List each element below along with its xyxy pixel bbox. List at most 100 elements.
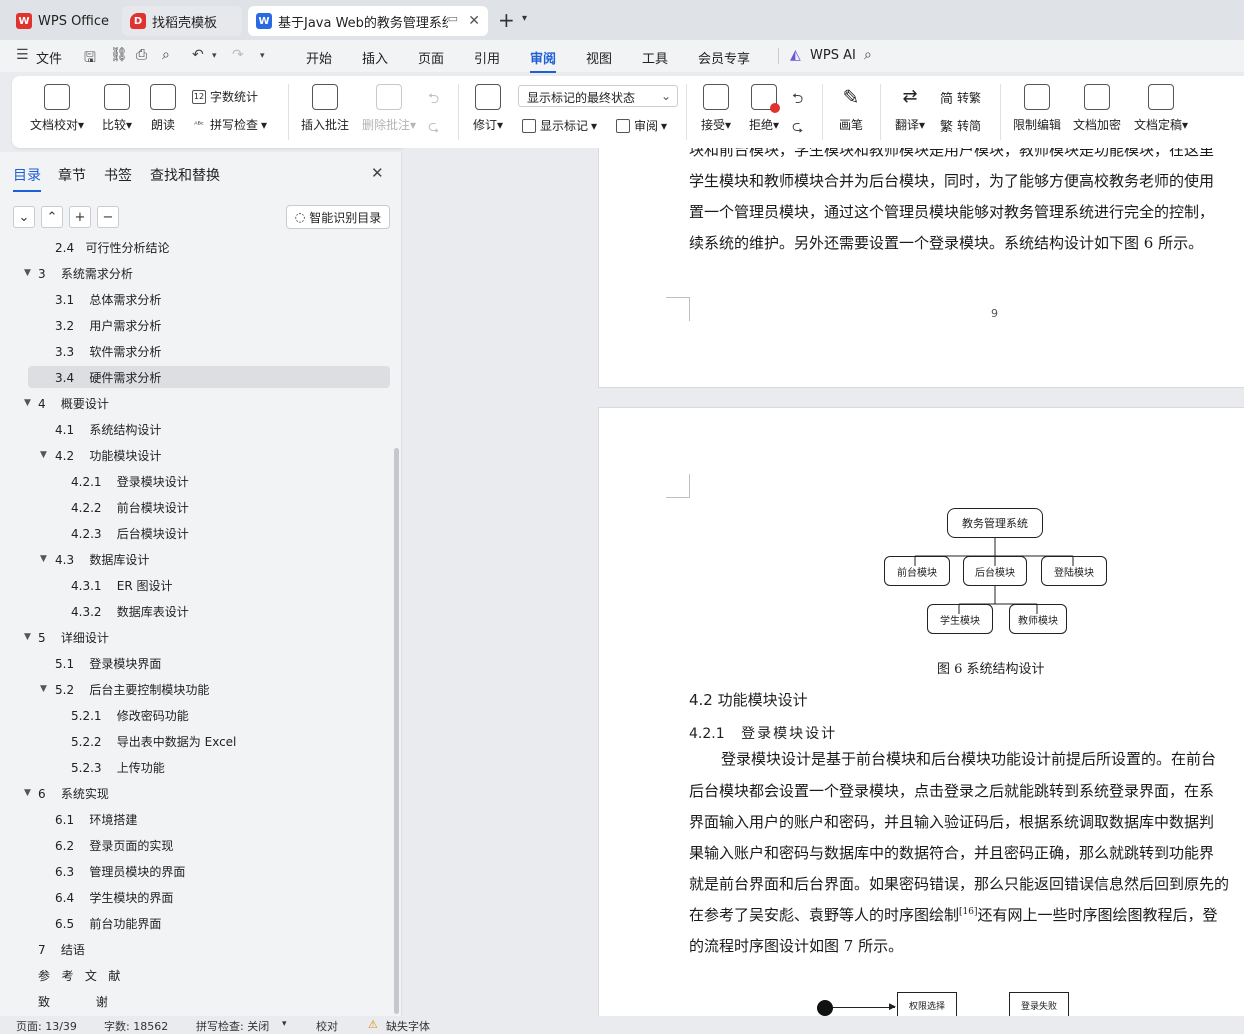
toc-item[interactable]: 6.5 前台功能界面 bbox=[28, 912, 390, 934]
accept-button[interactable]: 接受▾ bbox=[698, 84, 734, 133]
to-traditional-button[interactable]: 简转繁 bbox=[940, 88, 981, 107]
missing-font-indicator[interactable]: 缺失字体 bbox=[386, 1018, 430, 1034]
toc-item[interactable]: ▼ 3 系统需求分析 bbox=[24, 262, 390, 284]
promote-button[interactable]: + bbox=[69, 206, 91, 228]
print-icon[interactable]: ⎙ bbox=[136, 47, 147, 63]
menu-insert[interactable]: 插入 bbox=[362, 48, 388, 67]
toc-item[interactable]: ▼ 5 详细设计 bbox=[24, 626, 390, 648]
toc-item[interactable]: 3.1 总体需求分析 bbox=[28, 288, 390, 310]
menu-member[interactable]: 会员专享 bbox=[698, 48, 750, 67]
menu-review[interactable]: 审阅 bbox=[530, 48, 557, 73]
close-icon[interactable]: ✕ bbox=[468, 13, 480, 29]
show-markup-button[interactable]: 显示标记 ▾ bbox=[522, 117, 597, 134]
toc-item[interactable]: 6.4 学生模块的界面 bbox=[28, 886, 390, 908]
chevron-down-icon[interactable]: ▾ bbox=[260, 51, 265, 61]
toc-item[interactable]: ▼ 4 概要设计 bbox=[24, 392, 390, 414]
compare-button[interactable]: 比较▾ bbox=[96, 84, 138, 133]
tab-docer[interactable]: D 找稻壳模板 bbox=[122, 6, 242, 36]
expand-caret-icon[interactable]: ▼ bbox=[24, 398, 31, 408]
hamburger-icon[interactable]: ☰ bbox=[16, 47, 29, 63]
page-indicator[interactable]: 页面: 13/39 bbox=[16, 1018, 77, 1034]
next-change-icon[interactable]: ⮎ bbox=[792, 116, 803, 140]
chevron-down-icon[interactable]: ▾ bbox=[522, 13, 527, 24]
tab-document[interactable]: W 基于Java Web的教务管理系统 ▭ ✕ bbox=[248, 6, 488, 36]
menu-wps-ai[interactable]: WPS AI bbox=[810, 48, 856, 63]
tab-find-replace[interactable]: 查找和替换 bbox=[150, 165, 220, 185]
print-preview-icon[interactable]: ⌕ bbox=[162, 47, 170, 63]
translate-button[interactable]: ⇄ 翻译▾ bbox=[892, 84, 928, 133]
tab-bookmarks[interactable]: 书签 bbox=[104, 165, 132, 185]
toc-item[interactable]: 3.2 用户需求分析 bbox=[28, 314, 390, 336]
to-simplified-button[interactable]: 繁转简 bbox=[940, 116, 981, 135]
proofread-indicator[interactable]: 校对 bbox=[316, 1018, 338, 1034]
markup-state-select[interactable]: 显示标记的最终状态 ⌄ bbox=[518, 85, 678, 107]
menu-start[interactable]: 开始 bbox=[306, 48, 332, 67]
toc-item[interactable]: 2.4 可行性分析结论 bbox=[28, 242, 390, 258]
search-icon[interactable]: ⌕ bbox=[864, 47, 872, 63]
demote-button[interactable]: − bbox=[97, 206, 119, 228]
doc-finalize-button[interactable]: 文档定稿▾ bbox=[1132, 84, 1190, 133]
toc-item[interactable]: ▼ 6 系统实现 bbox=[24, 782, 390, 804]
toc-item[interactable]: 6.1 环境搭建 bbox=[28, 808, 390, 830]
toc-item[interactable]: 5.2.1 修改密码功能 bbox=[28, 704, 390, 726]
tab-toc[interactable]: 目录 bbox=[13, 165, 41, 192]
scrollbar[interactable] bbox=[394, 448, 399, 1014]
spell-check-indicator[interactable]: 拼写检查: 关闭 bbox=[196, 1018, 269, 1034]
menu-file[interactable]: 文件 bbox=[36, 48, 62, 67]
expand-caret-icon[interactable]: ▼ bbox=[24, 268, 31, 278]
toc-item[interactable]: 5.1 登录模块界面 bbox=[28, 652, 390, 674]
toc-item[interactable]: 5.2.2 导出表中数据为 Excel bbox=[28, 730, 390, 752]
prev-change-icon[interactable]: ⮌ bbox=[792, 88, 803, 112]
new-tab-icon[interactable]: + bbox=[498, 8, 515, 32]
tab-chapters[interactable]: 章节 bbox=[58, 165, 86, 185]
tab-wps-office[interactable]: W WPS Office bbox=[8, 6, 116, 36]
citation[interactable]: [16] bbox=[959, 907, 977, 917]
read-aloud-button[interactable]: 朗读 bbox=[148, 84, 178, 133]
toc-item[interactable]: 4.3.2 数据库表设计 bbox=[28, 600, 390, 622]
expand-up-button[interactable]: ⌃ bbox=[41, 206, 63, 228]
toc-item[interactable]: 3.3 软件需求分析 bbox=[28, 340, 390, 362]
spell-check-button[interactable]: ᴬᴮᶜ 拼写检查 ▾ bbox=[192, 116, 267, 133]
restrict-edit-button[interactable]: 限制编辑 bbox=[1012, 84, 1062, 133]
toc-item[interactable]: 4.3.1 ER 图设计 bbox=[28, 574, 390, 596]
link-icon[interactable]: ⛓ bbox=[110, 47, 128, 63]
expand-caret-icon[interactable]: ▼ bbox=[40, 450, 47, 460]
insert-comment-button[interactable]: 插入批注 bbox=[300, 84, 350, 133]
chevron-down-icon[interactable]: ▾ bbox=[282, 1019, 287, 1029]
word-count-button[interactable]: 12 字数统计 bbox=[192, 88, 258, 105]
toc-item[interactable]: 4.2.3 后台模块设计 bbox=[28, 522, 390, 544]
word-count-indicator[interactable]: 字数: 18562 bbox=[104, 1018, 168, 1034]
reject-button[interactable]: 拒绝▾ bbox=[746, 84, 782, 133]
revise-button[interactable]: 修订▾ bbox=[470, 84, 506, 133]
toc-item[interactable]: ▼ 4.3 数据库设计 bbox=[28, 548, 390, 570]
toc-item[interactable]: 4.2.1 登录模块设计 bbox=[28, 470, 390, 492]
review-pane-button[interactable]: 审阅 ▾ bbox=[616, 117, 667, 134]
toc-item[interactable]: 参 考 文 献 bbox=[28, 964, 390, 986]
doc-encrypt-button[interactable]: 文档加密 bbox=[1072, 84, 1122, 133]
toc-item[interactable]: 7 结语 bbox=[28, 938, 390, 960]
expand-caret-icon[interactable]: ▼ bbox=[40, 554, 47, 564]
menu-page[interactable]: 页面 bbox=[418, 48, 444, 67]
toc-item[interactable]: ▼ 4.2 功能模块设计 bbox=[28, 444, 390, 466]
toc-item[interactable]: 4.2.2 前台模块设计 bbox=[28, 496, 390, 518]
smart-toc-button[interactable]: ◌ 智能识别目录 bbox=[286, 205, 390, 229]
expand-caret-icon[interactable]: ▼ bbox=[40, 684, 47, 694]
close-icon[interactable]: ✕ bbox=[371, 164, 384, 182]
expand-caret-icon[interactable]: ▼ bbox=[24, 788, 31, 798]
collapse-all-button[interactable]: ⌄ bbox=[13, 206, 35, 228]
toc-item[interactable]: 4.1 系统结构设计 bbox=[28, 418, 390, 440]
save-icon[interactable]: 🖫 bbox=[84, 47, 96, 71]
doc-proofread-button[interactable]: 文档校对▾ bbox=[28, 84, 86, 133]
menu-view[interactable]: 视图 bbox=[586, 48, 612, 67]
toc-item[interactable]: 致 谢 bbox=[28, 990, 390, 1012]
screen-icon[interactable]: ▭ bbox=[448, 12, 458, 25]
pen-button[interactable]: ✎ 画笔 bbox=[834, 84, 868, 133]
menu-tools[interactable]: 工具 bbox=[642, 48, 668, 67]
undo-icon[interactable]: ↶ bbox=[192, 47, 204, 63]
toc-item[interactable]: ▼ 5.2 后台主要控制模块功能 bbox=[28, 678, 390, 700]
toc-item[interactable]: 6.2 登录页面的实现 bbox=[28, 834, 390, 856]
toc-item[interactable]: 5.2.3 上传功能 bbox=[28, 756, 390, 778]
menu-references[interactable]: 引用 bbox=[474, 48, 500, 67]
toc-item[interactable]: 6.3 管理员模块的界面 bbox=[28, 860, 390, 882]
chevron-down-icon[interactable]: ▾ bbox=[212, 51, 217, 61]
